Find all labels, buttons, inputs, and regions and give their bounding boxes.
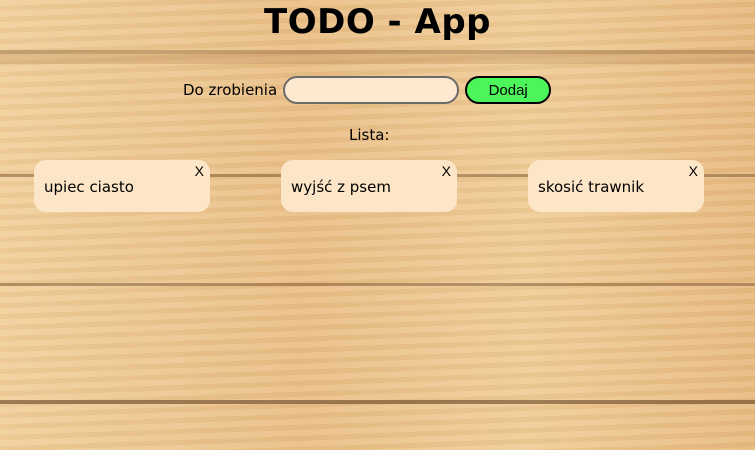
todo-input-label: Do zrobienia: [183, 81, 278, 99]
todo-card: wyjść z psem X: [281, 160, 457, 212]
todo-card: skosić trawnik X: [528, 160, 704, 212]
todo-text: upiec ciasto: [44, 178, 134, 196]
list-label: Lista:: [349, 126, 390, 144]
todo-card: upiec ciasto X: [34, 160, 210, 212]
todo-input[interactable]: [283, 76, 460, 104]
todo-text: wyjść z psem: [291, 178, 391, 196]
page-title: TODO - App: [264, 2, 491, 42]
add-todo-form: Do zrobienia Dodaj: [183, 76, 552, 104]
add-button[interactable]: Dodaj: [465, 76, 552, 104]
delete-button[interactable]: X: [689, 163, 698, 179]
delete-button[interactable]: X: [195, 163, 204, 179]
delete-button[interactable]: X: [442, 163, 451, 179]
todo-text: skosić trawnik: [538, 178, 645, 196]
